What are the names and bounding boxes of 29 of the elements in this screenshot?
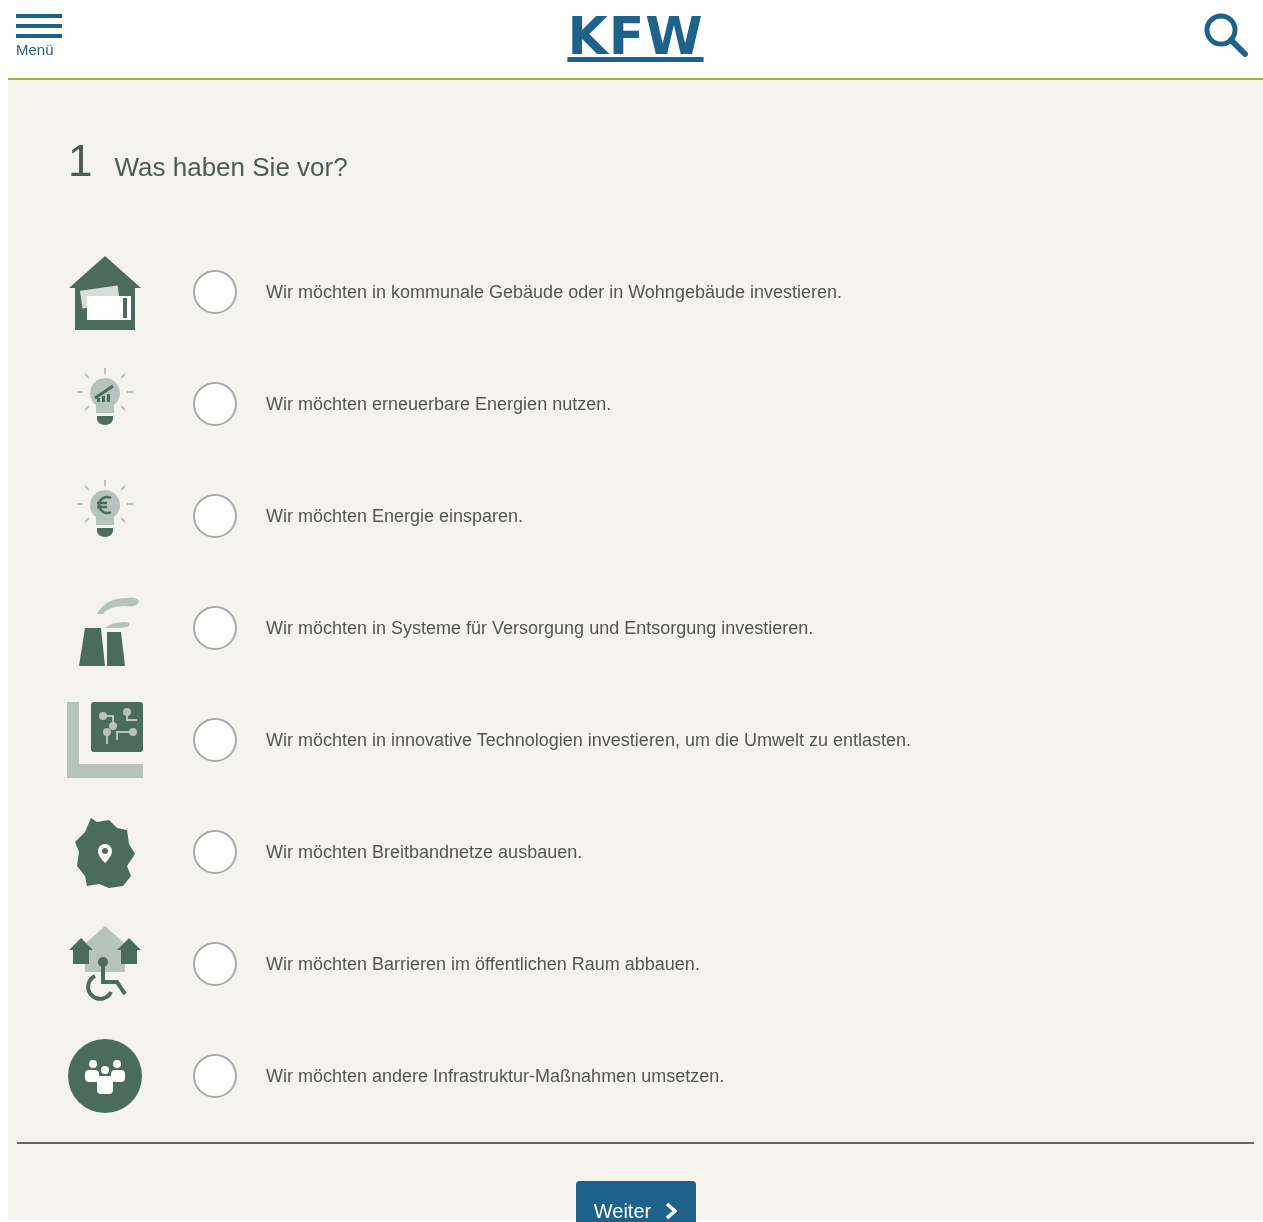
group-icon xyxy=(67,1038,143,1114)
menu-button[interactable]: Menü xyxy=(16,14,62,57)
circuit-board-icon xyxy=(67,702,143,778)
step-number: 1 xyxy=(68,135,93,187)
option-label: Wir möchten Breitbandnetze ausbauen. xyxy=(266,840,583,864)
next-button[interactable]: Weiter xyxy=(575,1181,696,1222)
radio-button[interactable] xyxy=(193,270,237,314)
radio-button[interactable] xyxy=(193,942,237,986)
option-label: Wir möchten erneuerbare Energien nutzen. xyxy=(266,392,612,416)
radio-button[interactable] xyxy=(193,606,237,650)
radio-button[interactable] xyxy=(193,718,237,762)
search-icon xyxy=(1203,12,1249,58)
radio-button[interactable] xyxy=(193,494,237,538)
option-label: Wir möchten in Systeme für Versorgung und Entsorgung investieren. xyxy=(266,616,814,640)
logo[interactable]: KFW xyxy=(567,8,704,66)
option-label: Wir möchten in kommunale Gebäude oder in Wohngebäude investieren. xyxy=(266,280,842,304)
radio-button[interactable] xyxy=(193,1054,237,1098)
option-label: Wir möchten andere Infrastruktur-Maßnahmen umsetzen. xyxy=(266,1064,725,1088)
radio-button[interactable] xyxy=(193,830,237,874)
wheelchair-icon xyxy=(67,926,143,1002)
chevron-icon xyxy=(665,1203,678,1219)
option-label: Wir möchten Barrieren im öffentlichen Raum abbauen. xyxy=(266,952,700,976)
option-label: Wir möchten in innovative Technologien investieren, um die Umwelt zu entlasten. xyxy=(266,728,911,752)
search-button[interactable] xyxy=(1203,12,1249,58)
question-title: Was haben Sie vor? xyxy=(114,151,348,184)
radio-button[interactable] xyxy=(193,382,237,426)
house-icon xyxy=(67,254,143,330)
menu-icon xyxy=(16,14,62,40)
option-label: Wir möchten Energie einsparen. xyxy=(266,504,524,528)
